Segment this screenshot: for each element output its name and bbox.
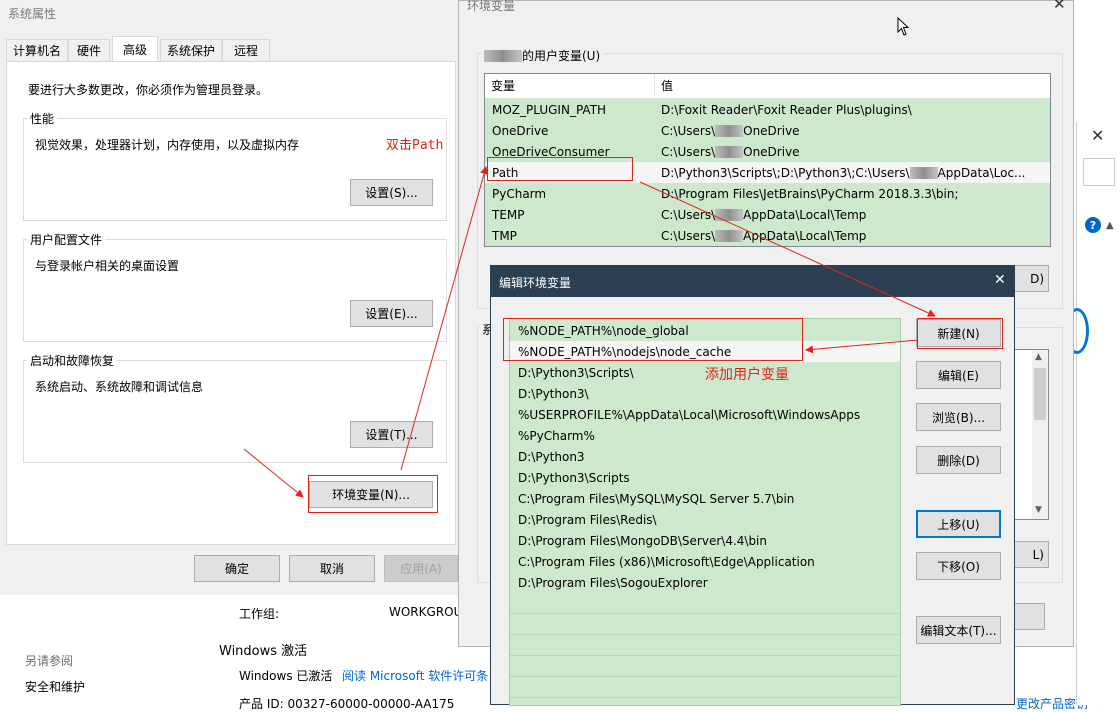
arrow-to-env-button <box>243 448 304 498</box>
arrow-to-new-button <box>639 181 936 317</box>
annotation-arrows <box>243 166 936 498</box>
arrow-to-new-items <box>805 339 919 354</box>
arrow-to-path-row <box>400 166 488 471</box>
